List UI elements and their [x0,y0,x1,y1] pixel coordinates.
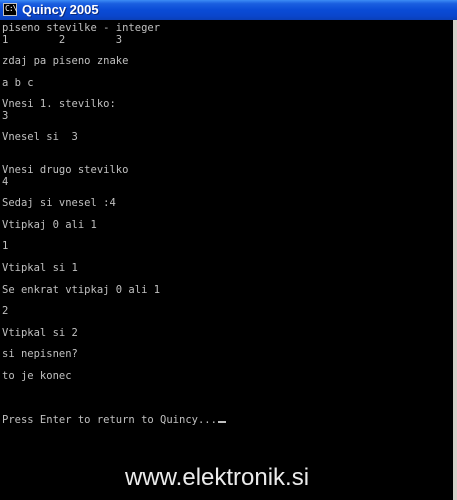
console-app-icon[interactable]: C:\ [3,3,17,16]
console-line: a b c [2,77,34,89]
console-icon-glyph: C:\ [5,4,17,13]
console-prompt-line: Press Enter to return to Quincy... [2,414,226,426]
console-line: si nepisnen? [2,348,78,360]
console-line: Vtipkal si 1 [2,262,78,274]
console-line: Vtipkaj 0 ali 1 [2,219,97,231]
console-line: Vtipkal si 2 [2,327,78,339]
console-line: 1 [2,240,9,252]
console-line: zdaj pa piseno znake [2,55,129,67]
console-line: Se enkrat vtipkaj 0 ali 1 [2,284,161,296]
console-window: C:\ Quincy 2005 piseno stevilke - intege… [0,0,457,500]
console-line: Vnesi drugo stevilko [2,164,129,176]
console-output[interactable]: piseno stevilke - integer 1 2 3 zdaj pa … [0,20,457,500]
console-line: Sedaj si vnesel :4 [2,197,116,209]
window-title: Quincy 2005 [22,2,99,17]
console-line: to je konec [2,370,72,382]
console-line: piseno stevilke - integer [2,22,161,34]
title-bar[interactable]: C:\ Quincy 2005 [0,0,457,20]
console-line: Vnesel si 3 [2,131,78,143]
console-line: 4 [2,176,9,188]
console-line: 2 [2,305,9,317]
watermark: www.elektronik.si [125,464,310,491]
return-prompt-text: Press Enter to return to Quincy... [2,414,217,426]
console-line: Vnesi 1. stevilko: [2,98,116,110]
text-cursor [217,421,226,423]
console-line: 1 2 3 [2,34,123,46]
console-line: 3 [2,110,9,122]
